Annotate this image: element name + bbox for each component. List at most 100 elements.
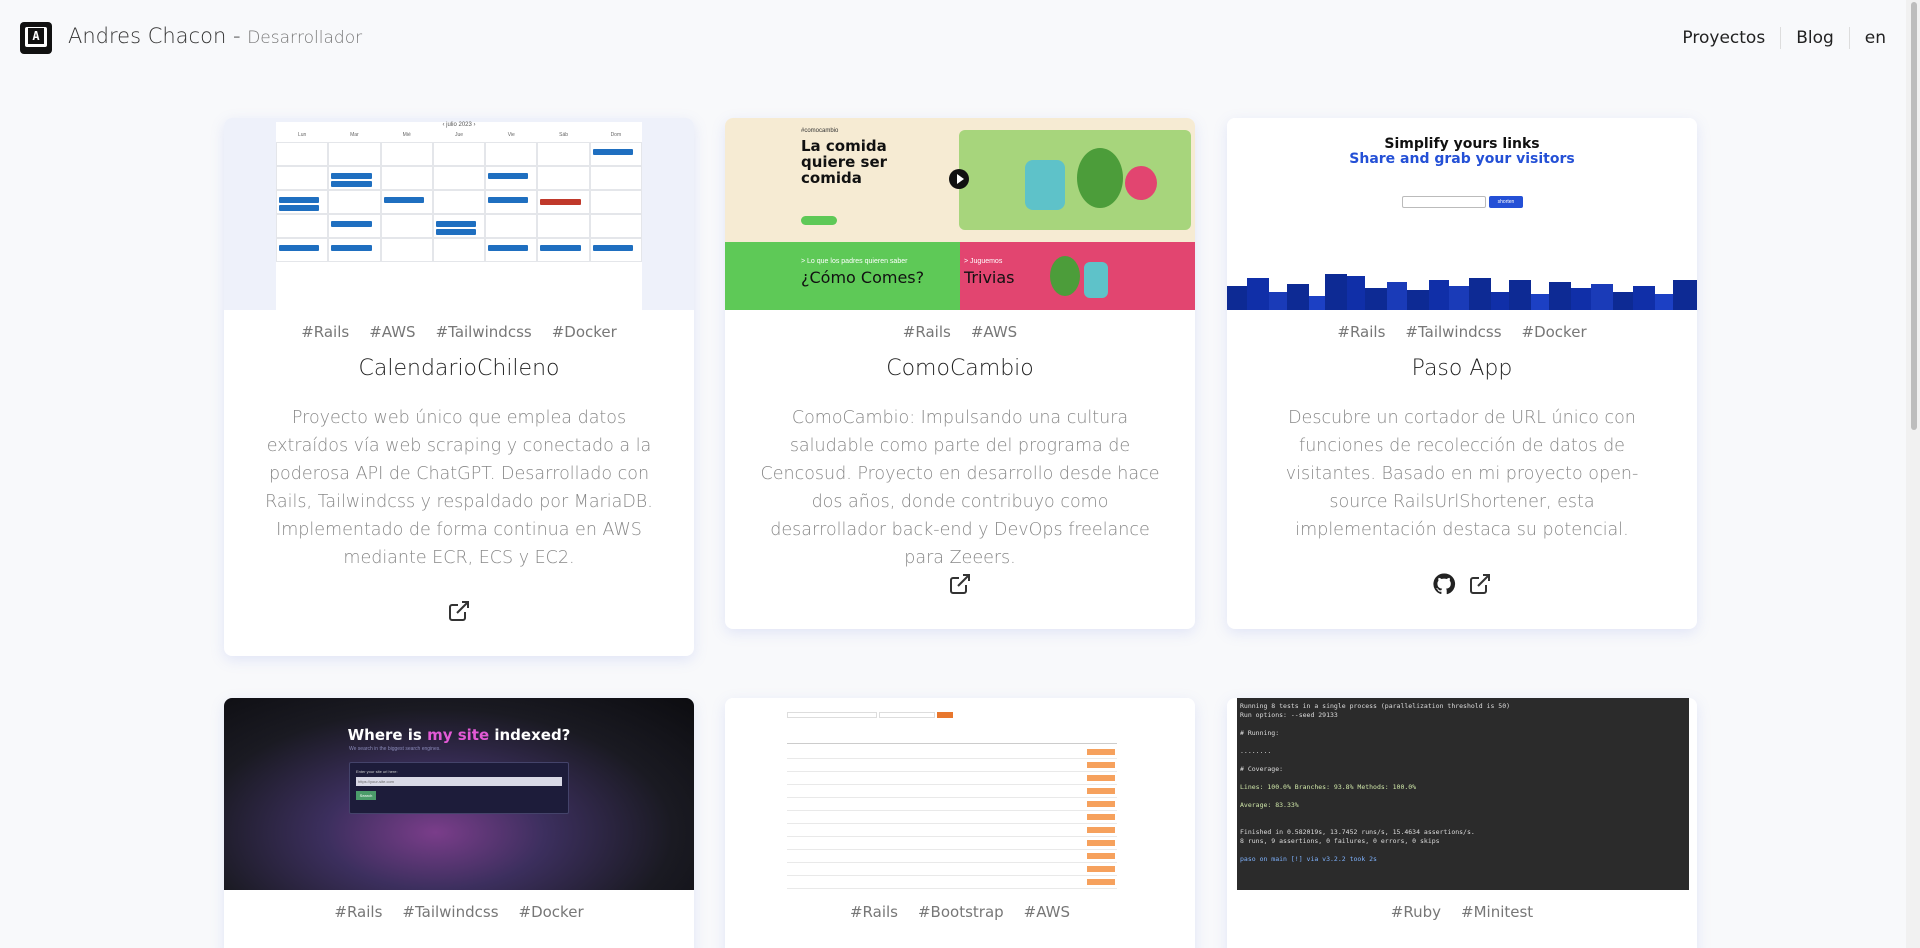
project-tags: #Ruby #Minitest <box>1227 903 1697 921</box>
tag: #AWS <box>970 323 1018 341</box>
calendar-preview: ‹ julio 2023 › Lun Mar Mié Jue Vie Sáb Dom <box>276 122 642 310</box>
project-tags: #Rails #Bootstrap #AWS <box>725 903 1195 921</box>
project-card: Running 8 tests in a single process (par… <box>1227 698 1697 948</box>
calendar-day <box>328 142 381 166</box>
project-tags: #Rails #Tailwindcss #Docker <box>1227 323 1697 341</box>
tag: #Bootstrap <box>917 903 1004 921</box>
project-thumbnail[interactable]: #comocambio La comida quiere ser comida … <box>725 118 1195 310</box>
calendar-day <box>589 142 642 166</box>
hero-button <box>801 216 837 225</box>
github-icon[interactable] <box>1432 572 1456 601</box>
como-comes-banner: > Lo que los padres quieren saber ¿Cómo … <box>725 242 960 310</box>
tag: #Rails <box>1337 323 1386 341</box>
calendar-day <box>432 190 486 214</box>
external-link-icon[interactable] <box>447 599 471 628</box>
calendar-day <box>380 166 433 190</box>
tag: #Docker <box>551 323 617 341</box>
paso-shorten-button: shorten <box>1489 196 1523 208</box>
tag: #Rails <box>301 323 350 341</box>
nav-projects[interactable]: Proyectos <box>1667 27 1782 49</box>
calendar-day <box>380 214 433 238</box>
play-icon <box>949 169 969 189</box>
language-toggle[interactable]: en <box>1850 27 1886 49</box>
calendar-day <box>537 238 590 262</box>
project-thumbnail[interactable]: ‹ julio 2023 › Lun Mar Mié Jue Vie Sáb Dom <box>224 118 694 310</box>
indexed-title: Where is my site indexed? <box>347 726 571 744</box>
project-description: Proyecto web único que emplea datos extr… <box>265 408 653 568</box>
hero-illustration <box>959 130 1191 230</box>
calendar-day <box>276 238 329 262</box>
calendar-day <box>432 166 486 190</box>
calendar-event <box>331 173 372 179</box>
calendar-event <box>540 245 581 251</box>
calendar-day <box>276 190 329 214</box>
nav-blog[interactable]: Blog <box>1781 27 1850 49</box>
project-card: #Rails #Bootstrap #AWS <box>725 698 1195 948</box>
calendar-month: ‹ julio 2023 › <box>442 122 476 128</box>
calendar-day <box>432 238 486 262</box>
project-thumbnail[interactable]: Simplify yours links Share and grab your… <box>1227 118 1697 310</box>
paso-url-input <box>1402 196 1486 208</box>
calendar-day <box>537 214 590 238</box>
calendar-day <box>328 166 381 190</box>
project-description: ComoCambio: Impulsando una cultura salud… <box>760 408 1160 568</box>
tag: #Tailwindcss <box>402 903 499 921</box>
project-title: Paso App <box>1411 356 1513 381</box>
tag: #Docker <box>1521 323 1587 341</box>
calendar-weekdays: Lun Mar Mié Jue Vie Sáb Dom <box>297 132 622 138</box>
tag: #Rails <box>334 903 383 921</box>
project-tags: #Rails #AWS <box>725 323 1195 341</box>
calendar-day <box>380 142 433 166</box>
paso-title: Simplify yours links <box>1384 136 1540 152</box>
calendar-event <box>540 199 581 205</box>
calendar-event <box>279 197 320 203</box>
indexed-form: Enter your site url here: https://your-s… <box>349 762 569 814</box>
project-card: #comocambio La comida quiere ser comida … <box>725 118 1195 629</box>
tag: #Docker <box>518 903 584 921</box>
calendar-day <box>276 214 329 238</box>
project-links <box>725 572 1195 601</box>
calendar-day <box>485 190 538 214</box>
calendar-day <box>589 238 642 262</box>
calendar-day <box>485 142 538 166</box>
calendar-event <box>435 229 477 235</box>
trivias-banner: > Juguemos Trivias <box>960 242 1195 310</box>
scrollbar-thumb[interactable] <box>1911 2 1917 430</box>
project-card: Where is my site indexed? We search in t… <box>224 698 694 948</box>
calendar-event <box>331 245 372 251</box>
logo-icon[interactable] <box>20 22 52 54</box>
calendar-day <box>328 214 381 238</box>
project-thumbnail[interactable]: Running 8 tests in a single process (par… <box>1227 698 1697 890</box>
calendar-day <box>432 214 486 238</box>
hero-headline: La comida quiere ser comida <box>801 137 888 187</box>
brand[interactable]: Andres Chacon - Desarrollador <box>68 24 362 48</box>
project-thumbnail[interactable] <box>725 698 1195 890</box>
brand-separator: - <box>226 24 248 48</box>
calendar-event <box>592 245 633 251</box>
calendar-event <box>435 221 477 227</box>
project-links <box>224 599 694 628</box>
calendar-event <box>331 181 372 187</box>
calendar-day <box>276 142 329 166</box>
tag: #Rails <box>902 323 951 341</box>
tag: #AWS <box>1023 903 1071 921</box>
comocambio-hero: #comocambio La comida quiere ser comida <box>725 118 1195 242</box>
external-link-icon[interactable] <box>948 572 972 601</box>
project-card: Simplify yours links Share and grab your… <box>1227 118 1697 629</box>
tag: #Ruby <box>1390 903 1442 921</box>
calendar-day <box>537 190 590 214</box>
tag: #Minitest <box>1461 903 1534 921</box>
project-title: CalendarioChileno <box>358 356 560 381</box>
main-nav: Proyectos Blog en <box>1667 27 1886 49</box>
admin-table-preview <box>787 698 1127 890</box>
calendar-day <box>589 166 642 190</box>
project-thumbnail[interactable]: Where is my site indexed? We search in t… <box>224 698 694 890</box>
scrollbar[interactable] <box>1906 0 1920 948</box>
project-title: ComoCambio <box>886 356 1034 381</box>
calendar-day <box>537 142 590 166</box>
project-tags: #Rails #AWS #Tailwindcss #Docker <box>224 323 694 341</box>
indexed-subtitle: We search in the biggest search engines. <box>349 746 441 752</box>
external-link-icon[interactable] <box>1468 572 1492 601</box>
project-card: ‹ julio 2023 › Lun Mar Mié Jue Vie Sáb Dom #Ra… <box>224 118 694 656</box>
terminal-preview: Running 8 tests in a single process (par… <box>1237 698 1689 890</box>
